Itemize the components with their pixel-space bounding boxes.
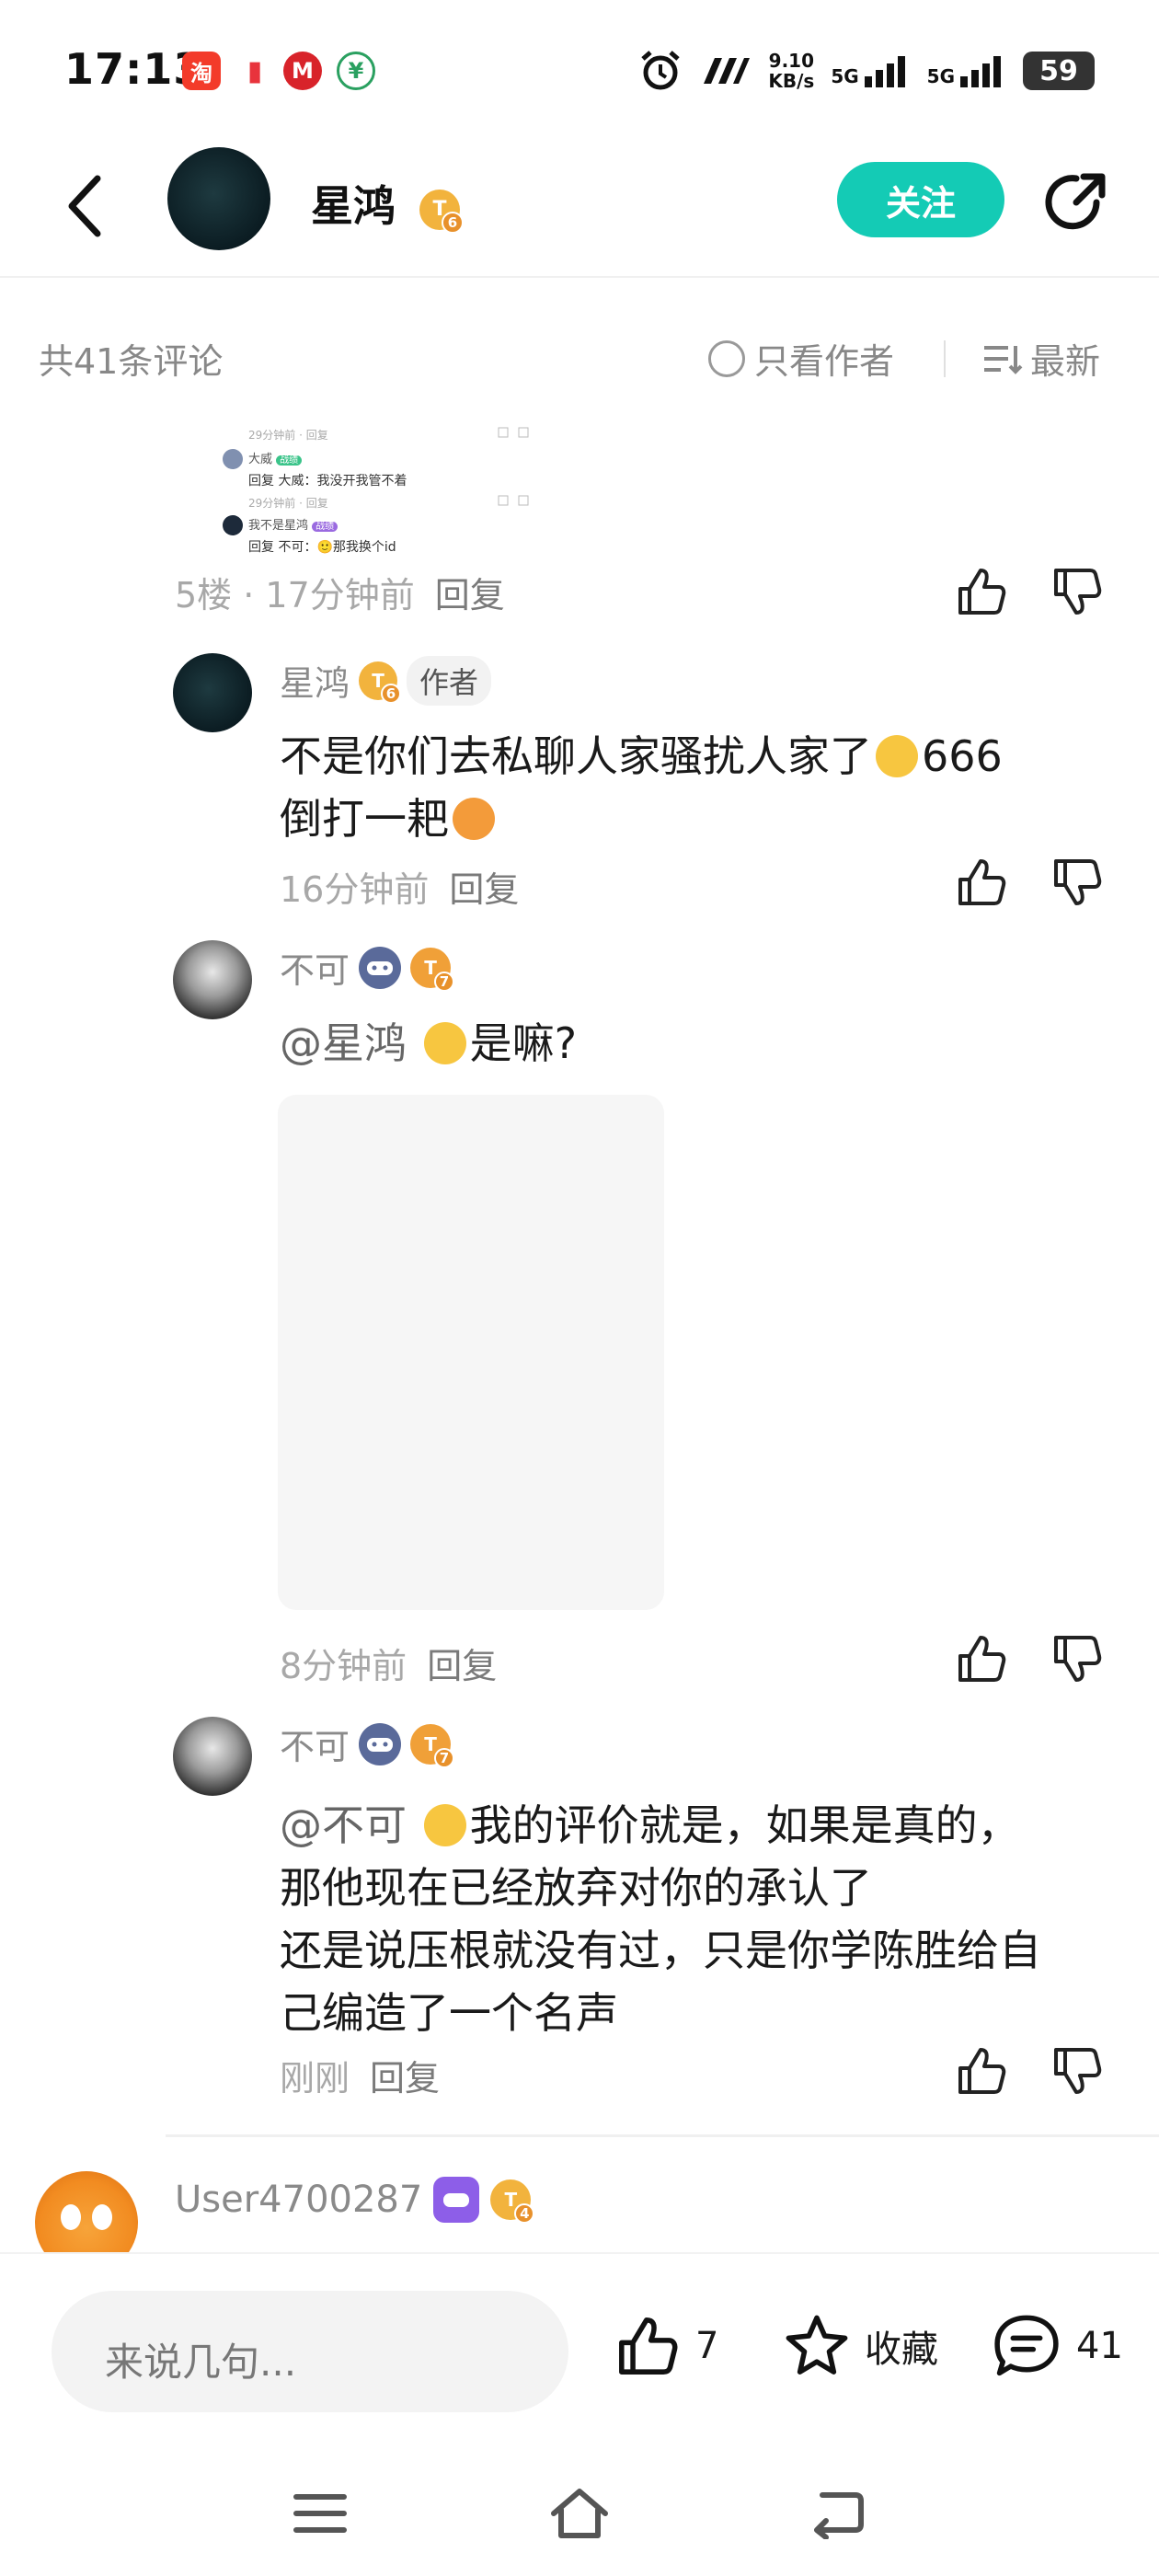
signal-icon	[960, 56, 1001, 87]
mention-link[interactable]: @星鸿	[280, 1018, 407, 1068]
level-badge-icon: T6	[419, 189, 465, 234]
signal-2: 5G	[927, 54, 1006, 87]
smirk-emoji-icon	[423, 1803, 466, 1846]
red-app-icon: ▮	[235, 52, 274, 90]
like-post-button[interactable]: 7	[613, 2311, 718, 2381]
reply-meta: 刚刚 回复	[280, 2058, 441, 2099]
comment-image-thumbnail[interactable]: 29分钟前 · 回复 大威 战绩 回复 大威：我没开我管不着 29分钟前 · 回…	[212, 421, 561, 559]
signal-icon	[864, 56, 905, 87]
comment-input[interactable]: 来说几句...	[52, 2291, 568, 2412]
share-icon[interactable]	[1039, 166, 1113, 239]
comment-divider	[166, 2134, 1159, 2137]
filter-divider	[944, 340, 946, 377]
reply-avatar[interactable]	[173, 653, 252, 732]
network-speed: 9.10 KB/s	[768, 50, 815, 92]
author-only-toggle[interactable]: 只看作者	[708, 333, 894, 384]
home-icon[interactable]	[546, 2484, 613, 2543]
sort-icon	[984, 345, 1023, 374]
back-nav-icon[interactable]	[809, 2488, 868, 2539]
star-icon	[786, 2315, 848, 2375]
level-badge-icon: T6	[359, 661, 402, 704]
follow-button[interactable]: 关注	[837, 162, 1004, 237]
mini-like-icons	[498, 427, 529, 438]
reply-button[interactable]: 回复	[427, 1646, 497, 1686]
battery-indicator: 59	[1023, 52, 1095, 90]
bottom-action-bar: 来说几句... 7 收藏 41	[0, 2252, 1159, 2455]
reply-image[interactable]	[278, 1095, 664, 1610]
like-icon[interactable]	[953, 563, 1010, 620]
radio-icon	[708, 339, 745, 377]
dislike-icon[interactable]	[1049, 1630, 1106, 1687]
dislike-icon[interactable]	[1049, 2042, 1106, 2099]
mini-like-icons	[498, 495, 529, 506]
taobao-app-icon: 淘	[182, 52, 221, 90]
reply-avatar[interactable]	[173, 940, 252, 1019]
level-badge-icon: T7	[410, 947, 455, 992]
reply-button[interactable]: 回复	[435, 575, 505, 615]
reply-text: @不可 我的评价就是，如果是真的， 那他现在已经放弃对你的承认了 还是说压根就没…	[280, 1800, 1041, 2038]
like-icon[interactable]	[953, 1630, 1010, 1687]
mini-name: 大威 战绩	[248, 449, 303, 466]
game-badge-icon	[433, 2177, 480, 2223]
reply-item: 不可 T7 @不可 我的评价就是，如果是真的， 那他现在已经放弃对你的承认了 还…	[173, 1717, 1130, 2048]
comment-author[interactable]: User4700287 T4	[175, 2177, 535, 2224]
gamepad-badge-icon	[359, 946, 402, 989]
alarm-icon	[641, 51, 681, 90]
metro-app-icon: M	[283, 52, 322, 90]
reply-item: 不可 T7 @星鸿 是嘛?	[173, 940, 1130, 1087]
smirk-emoji-icon	[423, 1021, 466, 1064]
reply-button[interactable]: 回复	[449, 869, 519, 910]
grin-emoji-icon	[453, 797, 495, 840]
reply-author[interactable]: 不可 T7	[280, 1719, 455, 1769]
mini-name: 我不是星鸿 战绩	[248, 515, 339, 533]
post-header: 星鸿 T6 关注	[0, 138, 1159, 278]
mention-link[interactable]: @不可	[280, 1800, 407, 1850]
status-bar: 17:13 淘 ▮ M ¥ 9.10 KB/s 5G 5G 59	[0, 0, 1159, 138]
sort-button[interactable]: 最新	[981, 333, 1100, 384]
like-icon[interactable]	[953, 854, 1010, 911]
comments-button[interactable]: 41	[990, 2311, 1123, 2381]
nfc-icon	[704, 58, 751, 84]
reply-avatar[interactable]	[173, 1717, 252, 1796]
author-name[interactable]: 星鸿 T6	[311, 173, 465, 234]
comment-count: 共41条评论	[39, 341, 224, 382]
author-avatar[interactable]	[167, 147, 270, 250]
mini-avatar	[223, 515, 243, 535]
level-badge-icon: T7	[410, 1723, 455, 1768]
dislike-icon[interactable]	[1049, 563, 1106, 620]
system-nav-bar	[0, 2455, 1159, 2576]
bank-app-icon: ¥	[337, 52, 375, 90]
back-arrow-icon[interactable]	[55, 169, 120, 243]
reply-author[interactable]: 不可 T7	[280, 942, 455, 993]
reply-author[interactable]: 星鸿 T6 作者	[280, 655, 492, 706]
gamepad-badge-icon	[359, 1722, 402, 1765]
mini-avatar	[223, 449, 243, 469]
author-tag: 作者	[407, 655, 492, 706]
like-icon	[619, 2317, 678, 2375]
dislike-icon[interactable]	[1049, 854, 1106, 911]
status-right: 9.10 KB/s 5G 5G 59	[637, 48, 1095, 94]
reply-text: @星鸿 是嘛?	[280, 1018, 578, 1068]
signal-1: 5G	[831, 54, 910, 87]
collect-button[interactable]: 收藏	[782, 2311, 938, 2381]
comment-bubble-icon	[994, 2315, 1059, 2376]
reply-meta: 16分钟前 回复	[280, 869, 520, 910]
reply-text: 不是你们去私聊人家骚扰人家了 666 倒打一耙	[280, 731, 1003, 844]
reply-button[interactable]: 回复	[370, 2058, 440, 2099]
like-icon[interactable]	[953, 2042, 1010, 2099]
laugh-emoji-icon	[876, 734, 918, 777]
reply-meta: 8分钟前 回复	[280, 1646, 498, 1686]
comment-meta: 5楼 · 17分钟前 回复	[175, 575, 505, 615]
level-badge-icon: T4	[490, 2179, 535, 2224]
comment-filter-bar: 共41条评论 只看作者 最新	[0, 313, 1159, 396]
menu-icon[interactable]	[291, 2488, 350, 2539]
